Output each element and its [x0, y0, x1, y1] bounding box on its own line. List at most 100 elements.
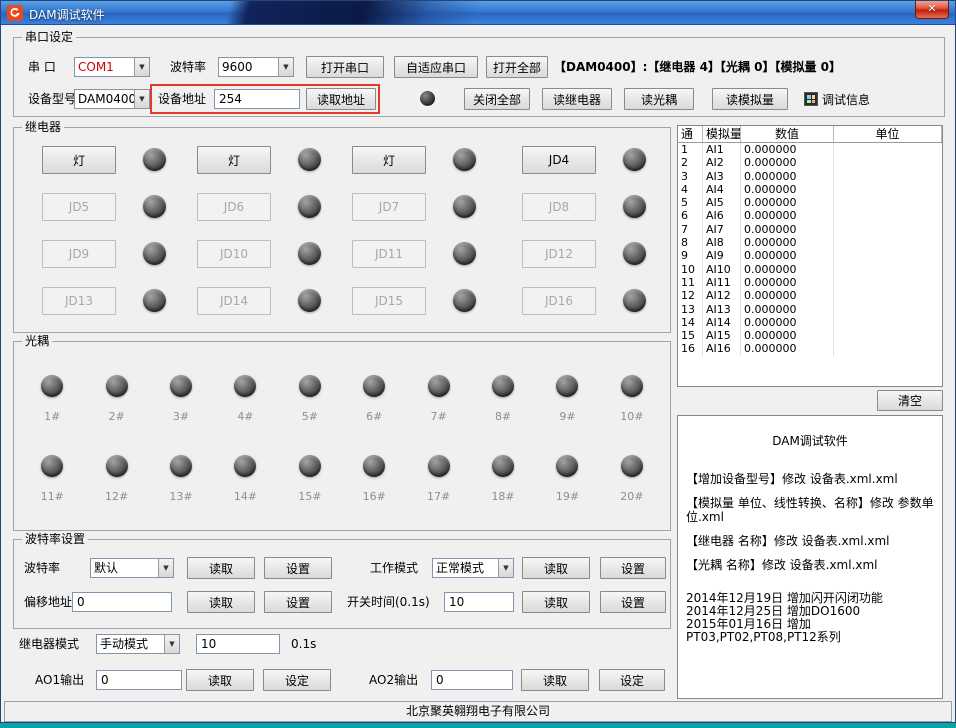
dropdown-arrow-icon[interactable]: ▼	[164, 635, 179, 653]
clear-button[interactable]: 清空	[877, 390, 943, 411]
ao2-label: AO2输出	[369, 670, 418, 690]
port-label: 串 口	[28, 57, 56, 77]
relay-button-16[interactable]: JD16	[522, 287, 596, 315]
analog-table-cell: AI10	[703, 263, 741, 276]
baud-set-button[interactable]: 设置	[264, 557, 332, 579]
analog-table-row: 1AI10.000000	[678, 143, 942, 156]
baudrate-combo[interactable]: 9600 ▼	[218, 57, 294, 77]
relay-button-9[interactable]: JD9	[42, 240, 116, 268]
offset-address-input[interactable]	[72, 592, 172, 612]
opto-channel-13: 13#	[149, 455, 213, 503]
opto-label: 8#	[495, 410, 511, 423]
adaptive-serial-button[interactable]: 自适应串口	[394, 56, 478, 78]
relay-button-2[interactable]: 灯	[197, 146, 271, 174]
relay-button-3[interactable]: 灯	[352, 146, 426, 174]
relay-cell: JD10	[197, 240, 352, 287]
read-relay-button[interactable]: 读继电器	[542, 88, 612, 110]
device-model-combo[interactable]: DAM0400 ▼	[74, 89, 150, 109]
status-text: 北京聚英翱翔电子有限公司	[406, 704, 550, 718]
analog-table-cell: AI4	[703, 183, 741, 196]
opto-label: 5#	[302, 410, 318, 423]
switch-time-input[interactable]	[444, 592, 514, 612]
opto-label: 1#	[44, 410, 60, 423]
dropdown-arrow-icon[interactable]: ▼	[158, 559, 173, 577]
baud-read-button[interactable]: 读取	[187, 557, 255, 579]
switch-time-set-button[interactable]: 设置	[600, 591, 666, 613]
read-opto-button[interactable]: 读光耦	[624, 88, 694, 110]
work-mode-combo[interactable]: 正常模式 ▼	[432, 558, 514, 578]
ao2-input[interactable]	[431, 670, 513, 690]
port-combo[interactable]: COM1 ▼	[74, 57, 150, 77]
relay-time-input[interactable]	[196, 634, 280, 654]
dropdown-arrow-icon[interactable]: ▼	[134, 90, 149, 108]
read-address-button[interactable]: 读取地址	[306, 88, 376, 110]
relay-button-8[interactable]: JD8	[522, 193, 596, 221]
analog-table-cell: 5	[678, 196, 703, 209]
work-mode-read-button[interactable]: 读取	[522, 557, 590, 579]
offset-set-button[interactable]: 设置	[264, 591, 332, 613]
title-bar[interactable]: DAM调试软件 ✕	[1, 1, 955, 25]
ao2-set-button[interactable]: 设定	[599, 669, 665, 691]
analog-table-cell: 0.000000	[741, 196, 834, 209]
relay-button-12[interactable]: JD12	[522, 240, 596, 268]
ao1-input[interactable]	[96, 670, 182, 690]
analog-table-cell: 11	[678, 276, 703, 289]
close-all-button[interactable]: 关闭全部	[464, 88, 530, 110]
dropdown-arrow-icon[interactable]: ▼	[498, 559, 513, 577]
relay-button-10[interactable]: JD10	[197, 240, 271, 268]
ao1-read-button[interactable]: 读取	[186, 669, 254, 691]
relay-button-11[interactable]: JD11	[352, 240, 426, 268]
open-all-button[interactable]: 打开全部	[486, 56, 548, 78]
opto-channel-8: 8#	[471, 375, 535, 423]
ao1-set-button[interactable]: 设定	[263, 669, 331, 691]
relay-button-15[interactable]: JD15	[352, 287, 426, 315]
analog-table-cell: 0.000000	[741, 316, 834, 329]
analog-table-cell: 0.000000	[741, 183, 834, 196]
relay-button-14[interactable]: JD14	[197, 287, 271, 315]
analog-table-cell: 6	[678, 209, 703, 222]
relay-button-13[interactable]: JD13	[42, 287, 116, 315]
analog-table-row: 15AI150.000000	[678, 329, 942, 342]
relay-button-7[interactable]: JD7	[352, 193, 426, 221]
opto-label: 16#	[363, 490, 386, 503]
analog-table-row: 5AI50.000000	[678, 196, 942, 209]
debug-info-icon	[804, 92, 818, 106]
open-serial-button[interactable]: 打开串口	[306, 56, 384, 78]
dropdown-arrow-icon[interactable]: ▼	[278, 58, 293, 76]
close-button[interactable]: ✕	[915, 1, 949, 19]
debug-info-button[interactable]: 调试信息	[804, 88, 870, 110]
analog-table-cell: 12	[678, 289, 703, 302]
opto-channel-6: 6#	[342, 375, 406, 423]
opto-channel-9: 9#	[535, 375, 599, 423]
analog-table-row: 16AI160.000000	[678, 342, 942, 355]
offset-read-button[interactable]: 读取	[187, 591, 255, 613]
relay-led-1	[143, 148, 166, 171]
relay-button-6[interactable]: JD6	[197, 193, 271, 221]
relay-cell: 灯	[352, 146, 522, 193]
ao2-read-button[interactable]: 读取	[521, 669, 589, 691]
relay-button-1[interactable]: 灯	[42, 146, 116, 174]
opto-led-2	[106, 375, 128, 397]
baud-default-combo[interactable]: 默认 ▼	[90, 558, 174, 578]
dropdown-arrow-icon[interactable]: ▼	[134, 58, 149, 76]
relay-cell: 灯	[197, 146, 352, 193]
opto-channel-18: 18#	[471, 455, 535, 503]
relay-button-5[interactable]: JD5	[42, 193, 116, 221]
opto-channel-17: 17#	[406, 455, 470, 503]
opto-channel-19: 19#	[535, 455, 599, 503]
relay-led-10	[298, 242, 321, 265]
analog-table-row: 2AI20.000000	[678, 156, 942, 169]
analog-table-cell	[834, 209, 942, 222]
opto-led-12	[106, 455, 128, 477]
analog-table-cell: AI2	[703, 156, 741, 169]
work-mode-set-button[interactable]: 设置	[600, 557, 666, 579]
relay-button-4[interactable]: JD4	[522, 146, 596, 174]
analog-table-cell: 0.000000	[741, 236, 834, 249]
analog-table-cell	[834, 170, 942, 183]
info-note-line: 【继电器 名称】修改 设备表.xml.xml	[686, 534, 934, 548]
read-analog-button[interactable]: 读模拟量	[712, 88, 788, 110]
device-address-input[interactable]	[214, 89, 300, 109]
switch-time-read-button[interactable]: 读取	[522, 591, 590, 613]
relay-mode-combo[interactable]: 手动模式 ▼	[96, 634, 180, 654]
opto-led-17	[428, 455, 450, 477]
